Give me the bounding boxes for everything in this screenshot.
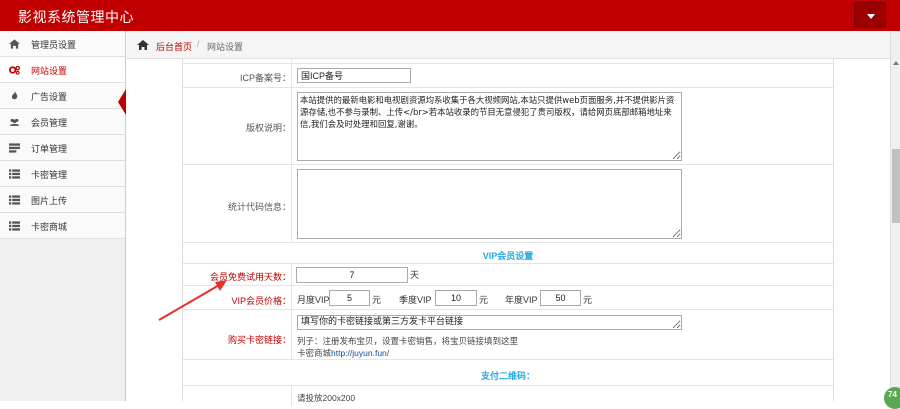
yearly-vip-label: 年度VIP: [505, 295, 538, 305]
buy-link-hint: 列子：注册发布宝贝，设置卡密销售，将宝贝链接填到这里: [297, 336, 519, 346]
buy-link-textarea[interactable]: 填写你的卡密链接或第三方发卡平台链接: [297, 315, 682, 330]
sidebar-item-label: 图片上传: [31, 196, 68, 206]
active-indicator: [118, 89, 126, 115]
sidebar-item-order-management[interactable]: 订单管理: [0, 135, 125, 161]
sidebar-item-label: 会员管理: [31, 118, 68, 128]
form-cell: [291, 59, 833, 63]
sidebar: 管理员设置 网站设置 广告设置 会员管理 订单管理 卡密管理 图片上传 卡密商城: [0, 31, 126, 401]
sidebar-item-label: 订单管理: [31, 144, 68, 154]
scrollbar-thumb[interactable]: [892, 149, 900, 223]
sidebar-item-label: 网站设置: [31, 66, 68, 76]
caret-down-icon: [867, 14, 875, 19]
copyright-textarea[interactable]: 本站提供的最新电影和电视剧资源均系收集于各大视频网站,本站只提供web页面服务,…: [297, 92, 682, 161]
breadcrumb-current: 网站设置: [207, 42, 244, 52]
top-bar: 影视系统管理中心: [0, 0, 900, 31]
orders-icon: [9, 143, 20, 153]
sidebar-item-label: 卡密管理: [31, 170, 68, 180]
sidebar-item-card-shop[interactable]: 卡密商城: [0, 213, 125, 239]
form-row-qr: 请投放200x200: [183, 386, 833, 406]
pay-qr-section-title: 支付二维码：: [480, 371, 535, 381]
quarterly-vip-label: 季度VIP: [399, 295, 432, 305]
breadcrumb-separator: /: [197, 39, 200, 49]
sidebar-item-label: 管理员设置: [31, 40, 77, 50]
form-cell: 天: [291, 264, 833, 285]
users-icon: [9, 118, 20, 126]
stats-code-label: 统计代码信息：: [227, 202, 291, 212]
sidebar-item-card-key-management[interactable]: 卡密管理: [0, 161, 125, 187]
form-row-icp: ICP备案号：: [183, 64, 833, 88]
gears-icon: [9, 65, 20, 75]
qr-size-hint: 请投放200x200: [297, 393, 356, 403]
form-row-copyright: 版权说明： 本站提供的最新电影和电视剧资源均系收集于各大视频网站,本站只提供we…: [183, 88, 833, 165]
list-icon: [9, 221, 20, 231]
vip-section-title: VIP会员设置: [482, 251, 534, 261]
monthly-vip-price-input[interactable]: [329, 290, 370, 306]
home-icon: [137, 40, 149, 50]
stats-code-textarea[interactable]: [297, 169, 682, 239]
trial-days-unit: 天: [410, 270, 420, 280]
monthly-vip-unit: 元: [372, 295, 382, 305]
sidebar-item-admin-settings[interactable]: 管理员设置: [0, 31, 125, 57]
quarterly-vip-unit: 元: [479, 295, 489, 305]
yearly-vip-price-input[interactable]: [540, 290, 581, 306]
sidebar-item-ad-settings[interactable]: 广告设置: [0, 83, 125, 109]
form-cell: 请投放200x200: [291, 386, 833, 406]
sidebar-item-image-upload[interactable]: 图片上传: [0, 187, 125, 213]
quarterly-vip-price-input[interactable]: [435, 290, 477, 306]
form-cell: 填写你的卡密链接或第三方发卡平台链接 列子：注册发布宝贝，设置卡密销售，将宝贝链…: [291, 310, 833, 359]
breadcrumb: 后台首页 / 网站设置: [127, 31, 890, 59]
list-icon: [9, 169, 20, 179]
sidebar-item-site-settings[interactable]: 网站设置: [0, 57, 125, 83]
icp-label: ICP备案号：: [239, 73, 291, 83]
app-title: 影视系统管理中心: [18, 10, 134, 26]
form-cell: 月度VIP 元 季度VIP 元 年度VIP 元: [291, 286, 833, 309]
form-row-buy-link: 购买卡密链接： 填写你的卡密链接或第三方发卡平台链接 列子：注册发布宝贝，设置卡…: [183, 310, 833, 360]
main-content: ICP备案号： 版权说明： 本站提供的最新电影和电视剧资源均系收集于各大视频网站…: [127, 59, 890, 406]
monthly-vip-label: 月度VIP: [297, 295, 330, 305]
form-cell: [291, 165, 833, 242]
copyright-label: 版权说明：: [245, 123, 291, 133]
settings-form: ICP备案号： 版权说明： 本站提供的最新电影和电视剧资源均系收集于各大视频网站…: [182, 59, 834, 406]
form-cell: 本站提供的最新电影和电视剧资源均系收集于各大视频网站,本站只提供web页面服务,…: [291, 88, 833, 164]
sidebar-item-label: 卡密商城: [31, 222, 68, 232]
buy-link-example: 卡密商城http://juyun.fun/: [297, 347, 389, 359]
icp-input[interactable]: [297, 68, 411, 83]
list-icon: [9, 195, 20, 205]
sidebar-item-member-management[interactable]: 会员管理: [0, 109, 125, 135]
form-cell: [291, 64, 833, 87]
scroll-up-icon[interactable]: [893, 61, 899, 65]
sidebar-item-label: 广告设置: [31, 92, 68, 102]
fire-icon: [11, 91, 18, 100]
form-row-trial: 会员免费试用天数： 天: [183, 264, 833, 286]
form-row-vip-section: VIP会员设置: [183, 243, 833, 264]
home-icon: [9, 39, 20, 49]
floating-badge[interactable]: 74: [884, 387, 900, 409]
page-scrollbar[interactable]: [890, 31, 900, 401]
annotation-arrow: [158, 280, 227, 321]
trial-days-input[interactable]: [296, 267, 408, 283]
buy-link-example-url[interactable]: http://juyun.fun/: [331, 348, 389, 358]
user-menu-button[interactable]: [854, 2, 886, 28]
form-row-stats: 统计代码信息：: [183, 165, 833, 243]
buy-link-label: 购买卡密链接：: [227, 335, 291, 345]
buy-link-example-prefix: 卡密商城: [297, 348, 332, 358]
form-row-price: VIP会员价格： 月度VIP 元 季度VIP 元 年度VIP 元: [183, 286, 833, 310]
form-row-pay-section: 支付二维码：: [183, 360, 833, 386]
yearly-vip-unit: 元: [583, 295, 593, 305]
breadcrumb-home-link[interactable]: 后台首页: [156, 40, 192, 53]
